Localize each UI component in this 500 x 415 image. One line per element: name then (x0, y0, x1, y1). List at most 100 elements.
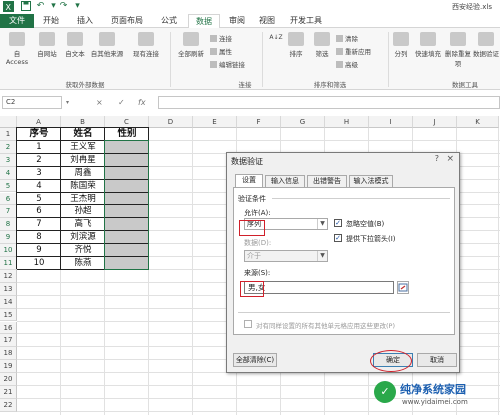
tab-ime-mode[interactable]: 输入法模式 (349, 175, 393, 187)
tab-page-layout[interactable]: 页面布局 (106, 14, 148, 28)
validation-criteria-heading: 验证条件 (238, 195, 266, 203)
row-header-14[interactable]: 14 (0, 295, 17, 309)
row-header-15[interactable]: 15 (0, 308, 17, 322)
tab-settings[interactable]: 设置 (235, 174, 263, 187)
row-header-1[interactable]: 1 (0, 128, 17, 141)
tab-file[interactable]: 文件 (0, 14, 34, 28)
group-label-data-tools: 数据工具 (452, 81, 478, 89)
row-header-21[interactable]: 21 (0, 386, 17, 399)
name-box[interactable]: C2 (2, 96, 62, 109)
column-header-g[interactable]: G (281, 116, 325, 128)
column-header-e[interactable]: E (193, 116, 237, 128)
sort-button[interactable]: 排序 (284, 32, 308, 58)
apply-divider (238, 312, 450, 313)
tab-error-alert[interactable]: 出错警告 (307, 175, 347, 187)
source-input[interactable]: 男,女 (244, 281, 394, 294)
tab-review[interactable]: 审阅 (224, 14, 250, 28)
from-access-button[interactable]: 自 Access (2, 32, 32, 66)
watermark-url: www.yidaimei.com (402, 398, 468, 406)
cancel-entry-icon[interactable]: × (96, 96, 103, 109)
reapply-button[interactable]: 重新应用 (336, 47, 371, 57)
table-border-v (16, 127, 17, 269)
column-header-f[interactable]: F (237, 116, 281, 128)
existing-connections-button[interactable]: 现有连接 (130, 32, 162, 58)
flash-fill-button[interactable]: 快速填充 (413, 32, 443, 58)
column-header-h[interactable]: H (325, 116, 369, 128)
from-other-sources-button[interactable]: 自其他来源 (90, 32, 124, 58)
customize-icon[interactable]: ▾ (72, 1, 83, 12)
row-header-2[interactable]: 2 (0, 140, 17, 154)
range-select-icon[interactable] (397, 281, 409, 294)
tab-input-message[interactable]: 输入信息 (265, 175, 305, 187)
remove-duplicates-button[interactable]: 删除重复项 (445, 32, 471, 68)
row-header-7[interactable]: 7 (0, 205, 17, 219)
row-header-22[interactable]: 22 (0, 398, 17, 412)
from-text-button[interactable]: 自文本 (62, 32, 88, 58)
tab-insert[interactable]: 插入 (72, 14, 98, 28)
tab-developer[interactable]: 开发工具 (286, 14, 326, 28)
row-header-20[interactable]: 20 (0, 373, 17, 386)
tab-formulas[interactable]: 公式 (156, 14, 182, 28)
advanced-filter-button[interactable]: 高级 (336, 60, 358, 70)
data-validation-icon (478, 32, 494, 46)
filter-button[interactable]: 筛选 (310, 32, 334, 58)
watermark-text: 纯净系统家园 (400, 383, 466, 396)
highlight-source-value (240, 281, 264, 297)
data-validation-button[interactable]: 数据验证 (473, 32, 499, 58)
ignore-blank-label: 忽略空值(B) (346, 220, 385, 228)
insert-function-icon[interactable]: fx (138, 96, 146, 109)
tab-data[interactable]: 数据 (188, 14, 220, 29)
clear-all-button[interactable]: 全部清除(C) (233, 353, 277, 367)
sort-az-button[interactable]: A↓Z (266, 34, 286, 41)
clear-filter-button[interactable]: 清除 (336, 34, 358, 44)
in-cell-dropdown-checkbox[interactable]: ✓ (334, 234, 342, 242)
apply-all-checkbox[interactable] (244, 320, 252, 328)
excel-window: X ↶ ▾ ↷ ▾ 西安经验.xls 文件 开始 插入 页面布局 公式 数据 审… (0, 0, 500, 415)
row-header-5[interactable]: 5 (0, 179, 17, 193)
row-header-19[interactable]: 19 (0, 360, 17, 374)
row-header-17[interactable]: 17 (0, 334, 17, 348)
existing-connections-icon (138, 32, 154, 46)
row-header-13[interactable]: 13 (0, 282, 17, 296)
name-box-dropdown-icon[interactable]: ▾ (66, 96, 69, 109)
row-header-3[interactable]: 3 (0, 153, 17, 167)
dialog-title: 数据验证 (231, 157, 263, 166)
text-to-columns-button[interactable]: 分列 (390, 32, 412, 58)
edit-links-button[interactable]: 编辑链接 (210, 60, 245, 70)
row-header-18[interactable]: 18 (0, 347, 17, 361)
column-header-k[interactable]: K (457, 116, 499, 128)
chevron-down-icon: ▼ (317, 251, 327, 261)
reapply-icon (336, 48, 343, 55)
section-divider (272, 198, 450, 199)
row-header-4[interactable]: 4 (0, 166, 17, 180)
undo-icon[interactable]: ↶ (35, 1, 46, 12)
confirm-entry-icon[interactable]: ✓ (118, 96, 125, 109)
ignore-blank-checkbox[interactable]: ✓ (334, 219, 342, 227)
refresh-all-button[interactable]: 全部刷新 (174, 32, 208, 58)
row-header-6[interactable]: 6 (0, 192, 17, 206)
save-icon[interactable] (20, 1, 31, 12)
column-header-i[interactable]: I (369, 116, 413, 128)
formula-input[interactable] (158, 96, 500, 109)
row-header-9[interactable]: 9 (0, 231, 17, 245)
help-icon[interactable]: ? (435, 154, 439, 163)
row-header-11[interactable]: 11 (0, 257, 17, 270)
row-header-10[interactable]: 10 (0, 244, 17, 257)
column-header-d[interactable]: D (149, 116, 193, 128)
row-header-16[interactable]: 16 (0, 321, 17, 335)
select-all-corner[interactable] (0, 116, 17, 128)
redo-icon[interactable]: ↷ (58, 1, 69, 12)
group-separator (388, 32, 389, 87)
close-icon[interactable]: × (446, 154, 454, 164)
tab-view[interactable]: 视图 (254, 14, 280, 28)
tab-home[interactable]: 开始 (38, 14, 64, 28)
data-select[interactable]: 介于 ▼ (244, 250, 328, 262)
row-header-12[interactable]: 12 (0, 269, 17, 283)
cancel-button[interactable]: 取消 (417, 353, 457, 367)
connections-button[interactable]: 连接 (210, 34, 232, 44)
row-header-8[interactable]: 8 (0, 218, 17, 232)
properties-button[interactable]: 属性 (210, 47, 232, 57)
sort-icon (288, 32, 304, 46)
column-header-j[interactable]: J (413, 116, 457, 128)
from-web-button[interactable]: 自网站 (34, 32, 60, 58)
